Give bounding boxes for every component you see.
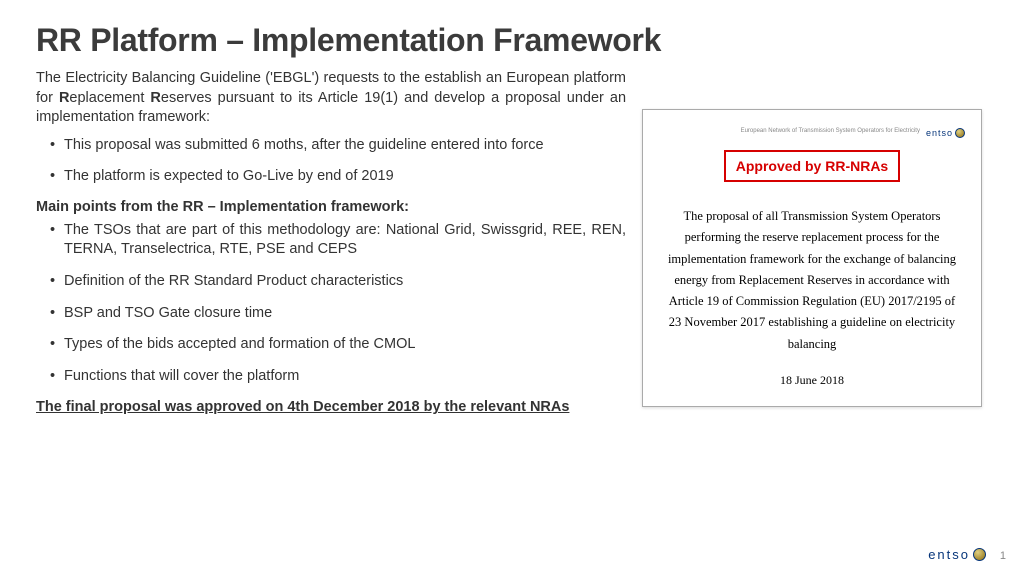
- intro-text-mid: eplacement: [69, 90, 150, 106]
- left-column: The Electricity Balancing Guideline ('EB…: [36, 69, 626, 418]
- bullet-list-1: This proposal was submitted 6 moths, aft…: [36, 136, 626, 187]
- doc-date: 18 June 2018: [659, 373, 965, 388]
- doc-header-text: European Network of Transmission System …: [741, 128, 920, 135]
- list-item: The platform is expected to Go-Live by e…: [50, 167, 626, 187]
- logo-text: entso: [926, 128, 953, 138]
- intro-bold-r1: R: [59, 90, 69, 106]
- document-thumbnail: European Network of Transmission System …: [642, 109, 982, 407]
- list-item: Functions that will cover the platform: [50, 367, 626, 387]
- entsoe-logo-small: entso: [926, 128, 965, 138]
- list-item: Types of the bids accepted and formation…: [50, 335, 626, 355]
- entsoe-logo-footer: entso: [928, 547, 986, 562]
- list-item: Definition of the RR Standard Product ch…: [50, 272, 626, 292]
- list-item: BSP and TSO Gate closure time: [50, 304, 626, 324]
- slide: RR Platform – Implementation Framework T…: [0, 0, 1024, 576]
- intro-paragraph: The Electricity Balancing Guideline ('EB…: [36, 69, 626, 128]
- right-column: European Network of Transmission System …: [642, 69, 982, 418]
- bullet-list-2: The TSOs that are part of this methodolo…: [36, 221, 626, 386]
- page-title: RR Platform – Implementation Framework: [36, 22, 988, 59]
- logo-text: entso: [928, 547, 970, 562]
- doc-body-text: The proposal of all Transmission System …: [659, 206, 965, 355]
- globe-icon: [955, 128, 965, 138]
- page-number: 1: [1000, 550, 1006, 562]
- approved-stamp: Approved by RR-NRAs: [724, 150, 900, 182]
- subheading: Main points from the RR – Implementation…: [36, 199, 626, 215]
- content-area: The Electricity Balancing Guideline ('EB…: [36, 69, 988, 418]
- list-item: The TSOs that are part of this methodolo…: [50, 221, 626, 260]
- list-item: This proposal was submitted 6 moths, aft…: [50, 136, 626, 156]
- final-note: The final proposal was approved on 4th D…: [36, 398, 626, 418]
- intro-bold-r2: R: [150, 90, 160, 106]
- globe-icon: [973, 548, 986, 561]
- doc-header: European Network of Transmission System …: [659, 128, 965, 138]
